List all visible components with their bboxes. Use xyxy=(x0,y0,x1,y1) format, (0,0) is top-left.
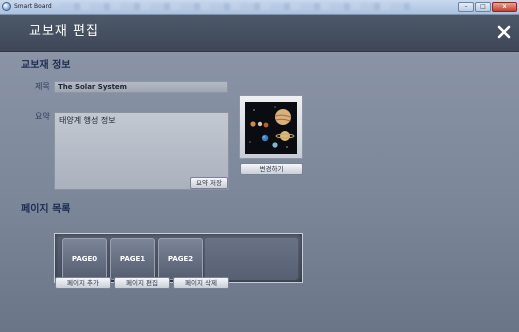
title-label: 제목 xyxy=(35,82,50,91)
solar-system-thumbnail xyxy=(245,102,297,154)
page-tile[interactable]: PAGE0 xyxy=(62,238,107,280)
os-titlebar: Smart Board – □ x xyxy=(0,0,519,15)
page-tile[interactable]: PAGE2 xyxy=(158,238,203,280)
change-thumbnail-button[interactable]: 변경하기 xyxy=(240,163,303,175)
summary-label: 요약 xyxy=(35,112,50,121)
os-maximize-button[interactable]: □ xyxy=(475,2,491,12)
close-icon xyxy=(497,25,511,39)
os-close-icon: x xyxy=(502,3,507,10)
title-field[interactable]: The Solar System xyxy=(54,81,228,93)
save-summary-button[interactable]: 요약 저장 xyxy=(190,177,228,189)
page-list-heading: 페이지 목록 xyxy=(21,204,71,215)
edit-page-button[interactable]: 페이지 편집 xyxy=(114,277,170,289)
app-icon xyxy=(2,2,11,11)
add-page-button[interactable]: 페이지 추가 xyxy=(55,277,111,289)
delete-page-button[interactable]: 페이지 삭제 xyxy=(173,277,229,289)
maximize-icon: □ xyxy=(480,3,486,10)
edit-material-dialog: 교보재 편집 교보재 정보 제목 The Solar System 요약 태양계… xyxy=(0,15,519,332)
page-list-panel: PAGE0 PAGE1 PAGE2 xyxy=(54,233,303,283)
dialog-header: 교보재 편집 xyxy=(0,15,519,52)
page-tile[interactable]: PAGE1 xyxy=(110,238,155,280)
os-close-button[interactable]: x xyxy=(492,2,517,12)
page-list-empty-area xyxy=(205,238,298,280)
material-info-heading: 교보재 정보 xyxy=(21,60,71,71)
os-titlebar-blur xyxy=(60,3,410,10)
thumbnail-frame xyxy=(239,95,303,159)
os-minimize-button[interactable]: – xyxy=(458,2,474,12)
minimize-icon: – xyxy=(464,3,468,10)
dialog-title: 교보재 편집 xyxy=(29,24,99,39)
close-button[interactable] xyxy=(496,24,512,40)
os-window-title: Smart Board xyxy=(14,3,52,10)
